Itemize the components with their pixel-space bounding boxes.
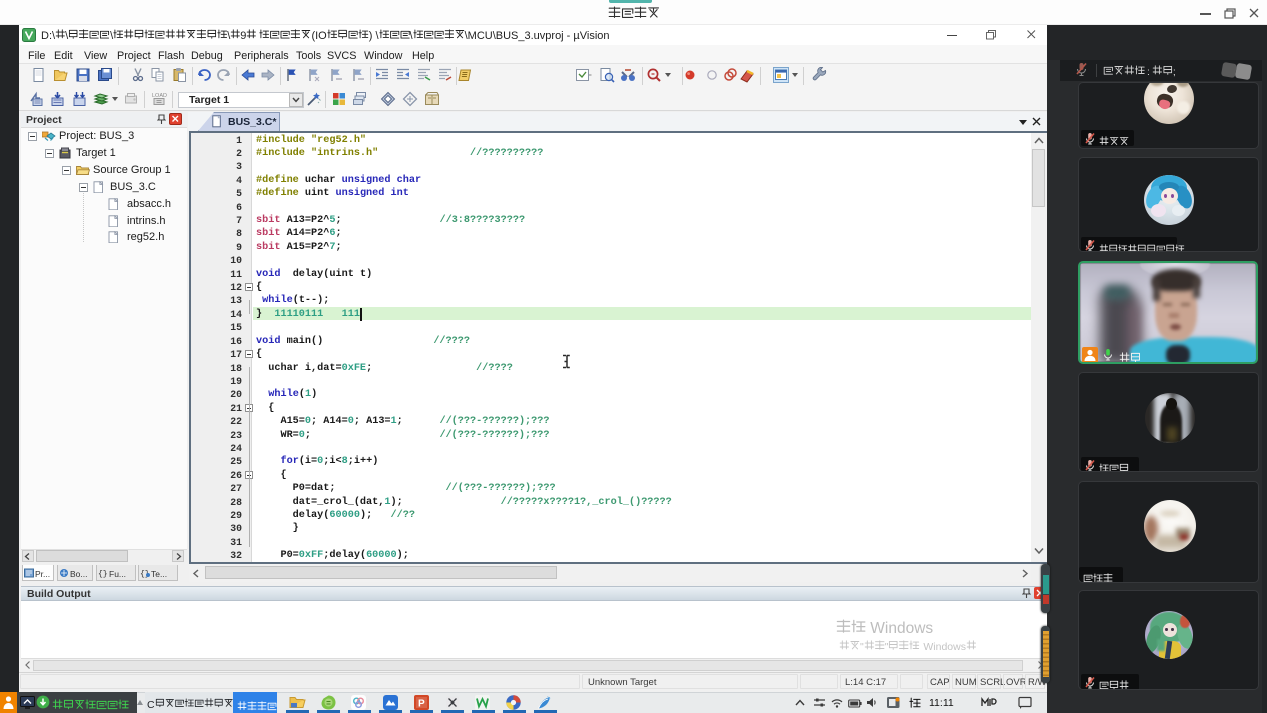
svg-text:P: P (418, 699, 425, 710)
svg-text:{}: {} (98, 570, 108, 578)
